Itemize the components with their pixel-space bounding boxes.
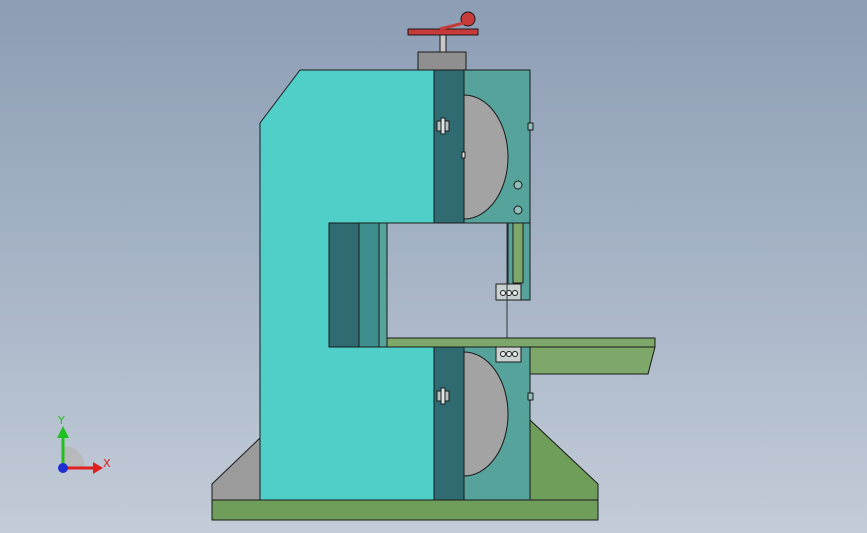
upper-frame-strip <box>433 69 465 224</box>
tension-screw <box>439 33 447 53</box>
housing-bolt-2 <box>513 205 523 215</box>
model-detail <box>506 351 512 357</box>
wheel-axle-marker <box>461 151 466 159</box>
model-detail <box>500 351 506 357</box>
housing-latch-top <box>527 122 534 131</box>
housing-latch-bottom <box>527 392 534 401</box>
band-saw-model[interactable] <box>0 0 867 533</box>
tension-handle-bar <box>407 28 479 36</box>
base-plate <box>211 499 599 521</box>
throat-block-dark <box>328 222 360 348</box>
model-detail <box>500 290 506 296</box>
throat-block-light <box>378 222 388 348</box>
model-detail <box>512 290 518 296</box>
triad-x-arrow <box>93 462 103 474</box>
model-detail <box>512 351 518 357</box>
base-right-bevel <box>529 419 599 501</box>
model-detail <box>211 11 656 521</box>
model-detail <box>440 117 446 135</box>
triad-y-arrow <box>57 426 69 438</box>
table-support <box>529 346 656 375</box>
lower-frame-strip <box>433 346 465 501</box>
top-cap <box>417 51 467 71</box>
housing-bolt-1 <box>513 180 523 190</box>
axis-triad-icon <box>57 426 103 474</box>
axis-x-label: X <box>103 457 111 470</box>
work-table <box>386 337 656 348</box>
upper-guide-post <box>512 222 524 284</box>
axis-y-label: Y <box>58 414 65 427</box>
throat-block-mid <box>358 222 380 348</box>
cad-viewport[interactable]: Y X <box>0 0 867 533</box>
triad-z-axis <box>58 463 68 473</box>
base-left-bevel <box>211 437 261 501</box>
model-detail <box>440 387 446 405</box>
tension-handle-arm <box>439 20 469 31</box>
